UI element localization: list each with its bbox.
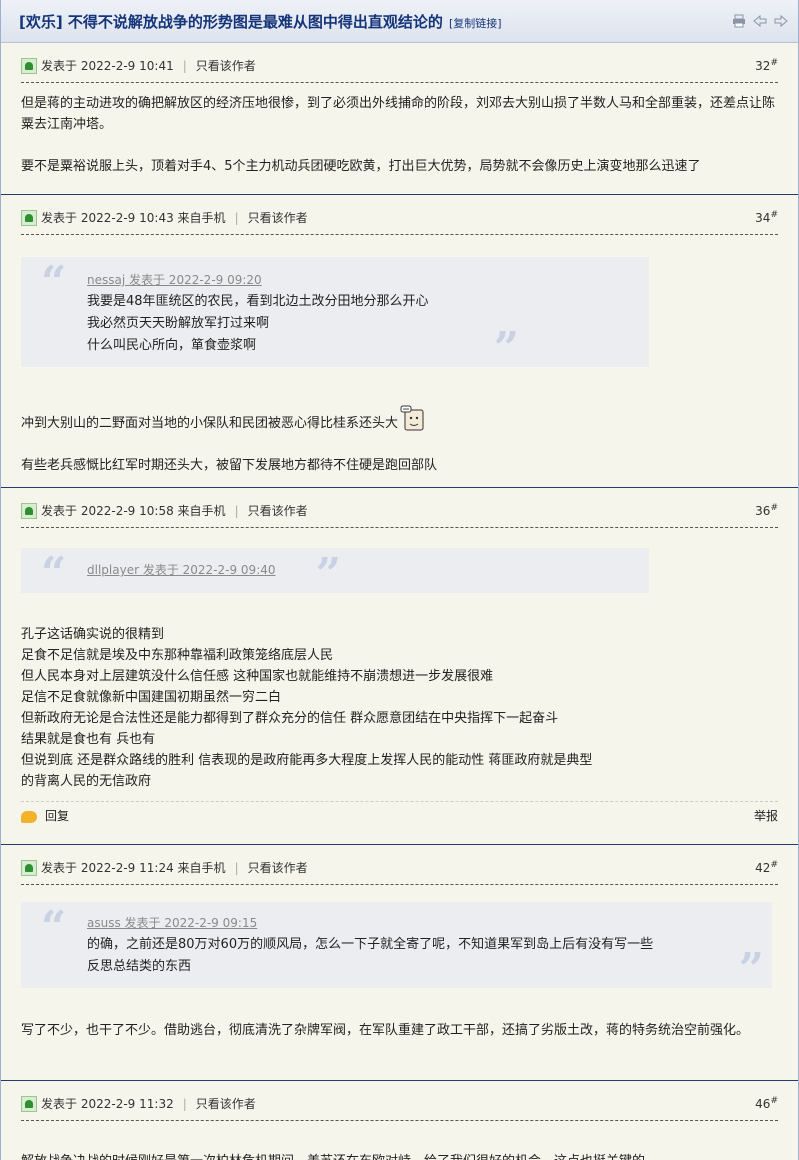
- print-icon[interactable]: [731, 14, 746, 29]
- divider: |: [182, 1096, 187, 1111]
- post-source: 来自手机: [177, 861, 226, 875]
- post-paragraph: 的背离人民的无信政府: [21, 774, 152, 789]
- post-header: 发表于 2022-2-9 10:58 来自手机 | 只看该作者 36#: [21, 494, 778, 528]
- previous-thread-icon[interactable]: [752, 14, 767, 29]
- post: 发表于 2022-2-9 11:24 来自手机 | 只看该作者 42# “ as…: [1, 851, 798, 1081]
- posted-label: 发表于: [41, 211, 78, 225]
- post: 发表于 2022-2-9 10:41 | 只看该作者 32# 但是蒋的主动进攻的…: [1, 49, 798, 195]
- copy-link-button[interactable]: [复制链接]: [449, 17, 502, 30]
- posted-label: 发表于: [41, 861, 78, 875]
- post-paragraph: 但人民本身对上层建筑没什么信任感 这种国家也就能维持不崩溃想进一步发展很难: [21, 669, 494, 684]
- quote-line: 我要是48年匪统区的农民，看到北边土改分田地分那么开心: [87, 294, 429, 309]
- online-user-icon: [21, 57, 37, 74]
- post-paragraph: 但说到底 还是群众路线的胜利 信表现的是政府能再多大程度上发挥人民的能动性 蒋匪…: [21, 753, 593, 768]
- post-paragraph: 足信不足食就像新中国建国初期虽然一穷二白: [21, 690, 282, 705]
- quote-open-icon: “: [41, 548, 67, 599]
- quote-author-link[interactable]: dllplayer 发表于 2022-2-9 09:40: [87, 563, 276, 577]
- post-paragraph: 冲到大别山的二野面对当地的小保队和民团被恶心得比桂系还头大: [21, 405, 778, 434]
- quote-line: 反思总结类的东西: [87, 959, 192, 974]
- post-paragraph: 要不是粟裕说服上头，顶着对手4、5个主力机动兵团硬吃欧黄，打出巨大优势，局势就不…: [21, 159, 701, 174]
- post: 发表于 2022-2-9 11:32 | 只看该作者 46# 解放战争决战的时候…: [1, 1087, 798, 1160]
- quote-block: “ dllplayer 发表于 2022-2-9 09:40 ”: [21, 548, 649, 599]
- quote-close-icon: ”: [493, 323, 519, 374]
- post-header: 发表于 2022-2-9 11:24 来自手机 | 只看该作者 42#: [21, 851, 778, 885]
- floor-number[interactable]: 42#: [755, 860, 778, 875]
- online-user-icon: [21, 502, 37, 519]
- posted-label: 发表于: [41, 1097, 78, 1111]
- author-only-link[interactable]: 只看该作者: [196, 57, 256, 74]
- quote-block: “ nessaj 发表于 2022-2-9 09:20 我要是48年匪统区的农民…: [21, 257, 649, 371]
- post-body: 但是蒋的主动进攻的确把解放区的经济压地很惨，到了必须出外线捕命的阶段，刘邓去大别…: [21, 83, 778, 186]
- quote-close-icon: ”: [738, 944, 764, 995]
- thread-header: [欢乐] 不得不说解放战争的形势图是最难从图中得出直观结论的 [复制链接]: [1, 0, 798, 43]
- post-body: “ asuss 发表于 2022-2-9 09:15 的确，之前还是80万对60…: [21, 885, 778, 1050]
- quote-close-icon: ”: [315, 549, 341, 600]
- post-actions: 回复 举报: [21, 801, 778, 831]
- report-button[interactable]: 举报: [754, 806, 778, 827]
- quote-author-link[interactable]: asuss 发表于 2022-2-9 09:15: [87, 912, 706, 934]
- post-body: “ dllplayer 发表于 2022-2-9 09:40 ” 孔子这话确实说…: [21, 528, 778, 840]
- divider: |: [234, 503, 239, 518]
- online-user-icon: [21, 859, 37, 876]
- post: 发表于 2022-2-9 10:43 来自手机 | 只看该作者 34# “ ne…: [1, 201, 798, 488]
- post-paragraph: 足食不足信就是埃及中东那种靠福利政策笼络底层人民: [21, 648, 334, 663]
- post-paragraph: 写了不少，也干了不少。借助逃台，彻底清洗了杂牌军阀，在军队重建了政工干部，还搞了…: [21, 1023, 750, 1038]
- reply-button[interactable]: 回复: [45, 806, 69, 827]
- divider: |: [182, 58, 187, 73]
- posted-label: 发表于: [41, 59, 78, 73]
- quote-line: 的确，之前还是80万对60万的顺风局，怎么一下子就全寄了呢，不知道果军到岛上后有…: [87, 937, 654, 952]
- post-body: “ nessaj 发表于 2022-2-9 09:20 我要是48年匪统区的农民…: [21, 235, 778, 485]
- reply-icon[interactable]: [21, 810, 37, 823]
- post-header: 发表于 2022-2-9 10:43 来自手机 | 只看该作者 34#: [21, 201, 778, 235]
- post-time: 2022-2-9 11:24: [80, 860, 174, 875]
- quote-open-icon: “: [41, 257, 67, 308]
- emoticon-icon: [400, 405, 426, 433]
- divider: |: [234, 860, 239, 875]
- floor-number[interactable]: 34#: [755, 210, 778, 225]
- author-only-link[interactable]: 只看该作者: [248, 502, 308, 519]
- title-tools: [731, 14, 788, 29]
- post-time: 2022-2-9 10:43: [80, 210, 174, 225]
- post-time: 2022-2-9 10:58: [80, 503, 174, 518]
- quote-block: “ asuss 发表于 2022-2-9 09:15 的确，之前还是80万对60…: [21, 902, 772, 992]
- author-only-link[interactable]: 只看该作者: [196, 1095, 256, 1112]
- posted-label: 发表于: [41, 504, 78, 518]
- post-paragraph: 结果就是食也有 兵也有: [21, 732, 156, 747]
- next-thread-icon[interactable]: [773, 14, 788, 29]
- post-header: 发表于 2022-2-9 11:32 | 只看该作者 46#: [21, 1087, 778, 1121]
- post-source: 来自手机: [177, 504, 226, 518]
- post-paragraph: 但是蒋的主动进攻的确把解放区的经济压地很惨，到了必须出外线捕命的阶段，刘邓去大别…: [21, 96, 776, 132]
- floor-number[interactable]: 36#: [755, 503, 778, 518]
- post-paragraph: 解放战争决战的时候刚好是第一次柏林危机期间，美苏还在东欧对峙，给了我们很好的机会…: [21, 1151, 778, 1160]
- author-only-link[interactable]: 只看该作者: [248, 209, 308, 226]
- post-header: 发表于 2022-2-9 10:41 | 只看该作者 32#: [21, 49, 778, 83]
- floor-number[interactable]: 46#: [755, 1096, 778, 1111]
- divider: |: [234, 210, 239, 225]
- quote-author-link[interactable]: nessaj 发表于 2022-2-9 09:20: [87, 269, 583, 291]
- post-paragraph: 但新政府无论是合法性还是能力都得到了群众充分的信任 群众愿意团结在中央指挥下一起…: [21, 711, 559, 726]
- post-time: 2022-2-9 11:32: [80, 1096, 174, 1111]
- online-user-icon: [21, 1095, 37, 1112]
- online-user-icon: [21, 209, 37, 226]
- post-source: 来自手机: [177, 211, 226, 225]
- post-paragraph: 孔子这话确实说的很精到: [21, 627, 165, 642]
- post-time: 2022-2-9 10:41: [80, 58, 174, 73]
- quote-open-icon: “: [41, 902, 67, 953]
- thread-page: [欢乐] 不得不说解放战争的形势图是最难从图中得出直观结论的 [复制链接] 发表于…: [0, 0, 799, 1160]
- post: 发表于 2022-2-9 10:58 来自手机 | 只看该作者 36# “ dl…: [1, 494, 798, 845]
- post-body: 解放战争决战的时候刚好是第一次柏林危机期间，美苏还在东欧对峙，给了我们很好的机会…: [21, 1121, 778, 1160]
- floor-number[interactable]: 32#: [755, 58, 778, 73]
- thread-title: [欢乐] 不得不说解放战争的形势图是最难从图中得出直观结论的 [复制链接]: [19, 12, 502, 31]
- author-only-link[interactable]: 只看该作者: [248, 859, 308, 876]
- post-paragraph: 有些老兵感慨比红军时期还头大，被留下发展地方都待不住硬是跑回部队: [21, 458, 438, 473]
